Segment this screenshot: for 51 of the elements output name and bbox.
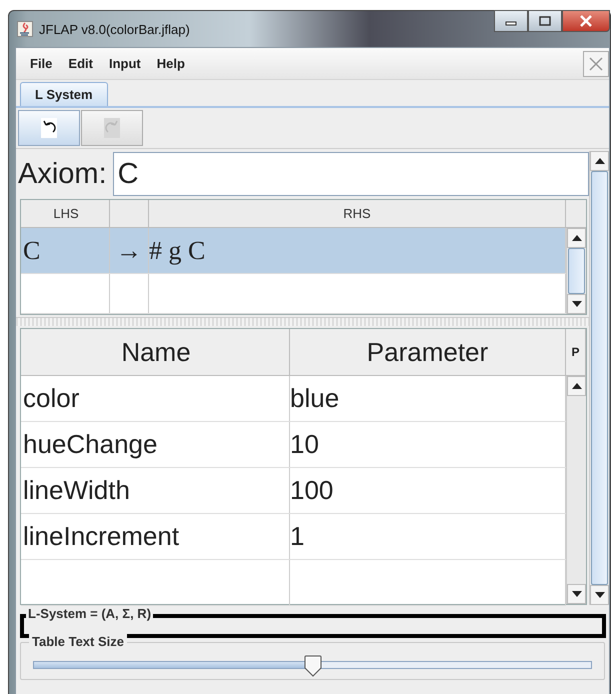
window-title: JFLAP v8.0(colorBar.jflap) <box>39 22 190 36</box>
arrow-cell: → <box>110 228 149 273</box>
undo-icon <box>39 116 59 140</box>
axiom-field[interactable]: C <box>112 152 589 196</box>
rules-scrollbar[interactable] <box>566 228 586 314</box>
table-cell: C <box>21 228 110 273</box>
down-arrow-icon <box>572 591 582 597</box>
column-header: P <box>566 329 586 375</box>
table-cell: lineIncrement <box>21 514 290 559</box>
close-icon <box>579 15 593 27</box>
up-arrow-icon <box>572 235 582 241</box>
scroll-down-button[interactable] <box>590 585 609 605</box>
table-cell: color <box>21 376 290 421</box>
panel-scrollbar[interactable] <box>589 151 609 605</box>
down-arrow-icon <box>594 592 604 598</box>
app-icon <box>17 21 33 37</box>
axiom-label: Axiom: <box>18 158 107 190</box>
down-arrow-icon <box>572 301 582 307</box>
maximize-icon <box>539 16 551 26</box>
menu-item[interactable]: Edit <box>60 56 101 71</box>
column-header: Name <box>21 329 290 375</box>
scroll-down-button[interactable] <box>567 294 586 314</box>
text-size-slider[interactable] <box>33 653 592 677</box>
tab[interactable]: L System <box>20 82 108 106</box>
menu-item[interactable]: Help <box>148 56 193 71</box>
slider-group-title: Table Text Size <box>29 634 127 649</box>
table-cell: lineWidth <box>21 468 290 513</box>
maximize-button[interactable] <box>528 10 562 32</box>
scroll-thumb[interactable] <box>591 171 608 585</box>
close-button[interactable] <box>562 10 610 32</box>
menu-item[interactable]: Input <box>100 56 149 71</box>
column-header: LHS <box>21 200 110 227</box>
table-cell: hueChange <box>21 422 290 467</box>
scroll-up-button[interactable] <box>567 228 586 248</box>
rule-row[interactable]: C → # g C <box>21 228 566 274</box>
close-file-button[interactable] <box>583 50 609 76</box>
slider-thumb[interactable] <box>304 655 322 677</box>
scroll-up-button[interactable] <box>590 151 609 171</box>
menu-item[interactable]: File <box>22 56 60 71</box>
scroll-up-button[interactable] <box>567 376 586 396</box>
minimize-button[interactable] <box>494 10 528 32</box>
parameters-scrollbar[interactable] <box>566 376 586 604</box>
redo-icon <box>102 116 122 140</box>
scroll-down-button[interactable] <box>567 584 586 604</box>
column-header: RHS <box>149 200 566 227</box>
up-arrow-icon <box>594 158 604 164</box>
scroll-thumb[interactable] <box>568 248 585 294</box>
close-icon <box>589 56 603 70</box>
column-header: Parameter <box>290 329 566 375</box>
up-arrow-icon <box>572 383 582 389</box>
panel-title: L-System = (A, Σ, R) <box>26 606 154 621</box>
